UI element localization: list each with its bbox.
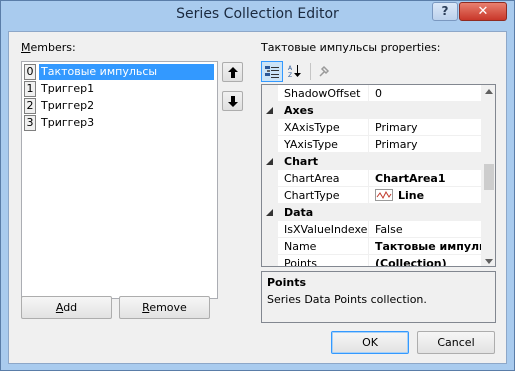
property-grid-scrollbar[interactable] bbox=[481, 85, 495, 266]
property-row[interactable]: ChartArea ChartArea1 bbox=[262, 170, 481, 187]
property-name: XAxisType bbox=[278, 119, 369, 136]
category-row[interactable]: Chart bbox=[262, 153, 481, 170]
toolbar-separator bbox=[310, 63, 311, 80]
property-name: Points bbox=[278, 255, 369, 266]
member-index: 1 bbox=[24, 81, 36, 97]
move-up-button[interactable] bbox=[222, 62, 243, 82]
member-name: Триггер3 bbox=[41, 116, 95, 129]
member-index: 0 bbox=[24, 64, 36, 80]
member-name: Триггер2 bbox=[41, 99, 95, 112]
row-gutter bbox=[262, 238, 278, 255]
property-value[interactable]: False bbox=[369, 221, 481, 238]
property-grid[interactable]: ShadowOffset 0 Axes XAxisType Primary YA… bbox=[261, 84, 496, 267]
line-chart-icon bbox=[375, 189, 393, 201]
category-name: Chart bbox=[284, 155, 319, 168]
row-gutter bbox=[262, 136, 278, 153]
property-value[interactable]: Primary bbox=[369, 136, 481, 153]
category-row[interactable]: Data bbox=[262, 204, 481, 221]
property-name: IsXValueIndexed bbox=[278, 221, 369, 238]
description-panel: Points Series Data Points collection. bbox=[261, 271, 496, 323]
members-label: Members: bbox=[21, 41, 76, 54]
property-value-container[interactable]: Line bbox=[369, 187, 481, 204]
move-down-button[interactable] bbox=[222, 91, 243, 111]
title-bar[interactable]: Series Collection Editor ? ✕ bbox=[1, 1, 514, 28]
category-row[interactable]: Axes bbox=[262, 102, 481, 119]
property-name: Name bbox=[278, 238, 369, 255]
dialog-body: Members: 0 Тактовые импульсы 1 Триггер1 … bbox=[8, 31, 507, 364]
property-row[interactable]: ShadowOffset 0 bbox=[262, 85, 481, 102]
list-item[interactable]: 1 Триггер1 bbox=[24, 81, 216, 97]
member-name: Триггер1 bbox=[41, 82, 95, 95]
collapse-triangle-icon[interactable] bbox=[266, 158, 273, 165]
category-name: Axes bbox=[284, 104, 314, 117]
category-name: Data bbox=[284, 206, 314, 219]
list-item[interactable]: 3 Триггер3 bbox=[24, 115, 216, 131]
help-button[interactable]: ? bbox=[432, 2, 458, 21]
svg-text:A: A bbox=[288, 65, 293, 72]
member-index: 3 bbox=[24, 115, 36, 131]
properties-toolbar: A Z bbox=[261, 60, 496, 84]
property-value: Line bbox=[398, 189, 425, 202]
close-button[interactable]: ✕ bbox=[459, 2, 507, 21]
property-name: YAxisType bbox=[278, 136, 369, 153]
row-gutter bbox=[262, 170, 278, 187]
alphabetical-icon: A Z bbox=[288, 65, 301, 78]
property-value[interactable]: ChartArea1 bbox=[369, 170, 481, 187]
property-value[interactable]: Primary bbox=[369, 119, 481, 136]
row-gutter bbox=[262, 221, 278, 238]
property-row[interactable]: XAxisType Primary bbox=[262, 119, 481, 136]
property-value[interactable]: 0 bbox=[369, 85, 481, 102]
remove-label-rest: emove bbox=[149, 301, 187, 314]
list-item[interactable]: 2 Триггер2 bbox=[24, 98, 216, 114]
member-name: Тактовые импульсы bbox=[39, 64, 214, 80]
members-list[interactable]: 0 Тактовые импульсы 1 Триггер1 2 Триггер… bbox=[21, 61, 218, 299]
arrow-down-icon bbox=[228, 96, 238, 107]
property-pages-button[interactable] bbox=[314, 61, 336, 82]
properties-label: Тактовые импульсы properties: bbox=[261, 41, 441, 54]
description-text: Series Data Points collection. bbox=[267, 293, 427, 306]
add-button[interactable]: Add bbox=[21, 296, 112, 319]
property-row[interactable]: YAxisType Primary bbox=[262, 136, 481, 153]
members-label-text: embers: bbox=[30, 41, 76, 54]
series-collection-editor-window: Series Collection Editor ? ✕ Members: 0 … bbox=[0, 0, 515, 371]
add-label-rest: dd bbox=[63, 301, 78, 314]
scroll-down-icon[interactable] bbox=[485, 259, 493, 264]
row-gutter bbox=[262, 119, 278, 136]
property-row[interactable]: ChartType Line bbox=[262, 187, 481, 204]
scroll-up-icon[interactable] bbox=[485, 89, 493, 94]
property-name: ChartArea bbox=[278, 170, 369, 187]
categorized-button[interactable] bbox=[261, 61, 283, 82]
description-title: Points bbox=[267, 276, 307, 289]
row-gutter bbox=[262, 85, 278, 102]
property-pages-icon bbox=[319, 65, 330, 77]
remove-button[interactable]: Remove bbox=[119, 296, 210, 319]
scroll-thumb[interactable] bbox=[484, 164, 494, 190]
property-row[interactable]: IsXValueIndexed False bbox=[262, 221, 481, 238]
member-index: 2 bbox=[24, 98, 36, 114]
property-row[interactable]: Name Тактовые импульсы bbox=[262, 238, 481, 255]
property-name: ShadowOffset bbox=[278, 85, 369, 102]
property-row[interactable]: Points (Collection) bbox=[262, 255, 481, 266]
arrow-up-icon bbox=[228, 67, 238, 78]
property-name: ChartType bbox=[278, 187, 369, 204]
row-gutter bbox=[262, 187, 278, 204]
svg-text:Z: Z bbox=[288, 72, 292, 78]
categorized-icon bbox=[265, 66, 279, 78]
cancel-button[interactable]: Cancel bbox=[417, 331, 495, 354]
collapse-triangle-icon[interactable] bbox=[266, 107, 273, 114]
list-item[interactable]: 0 Тактовые импульсы bbox=[24, 64, 216, 80]
property-value[interactable]: (Collection) bbox=[369, 255, 481, 266]
property-value[interactable]: Тактовые импульсы bbox=[369, 238, 481, 255]
row-gutter bbox=[262, 255, 278, 266]
alphabetical-button[interactable]: A Z bbox=[285, 61, 307, 82]
collapse-triangle-icon[interactable] bbox=[266, 209, 273, 216]
ok-button[interactable]: OK bbox=[331, 331, 409, 354]
